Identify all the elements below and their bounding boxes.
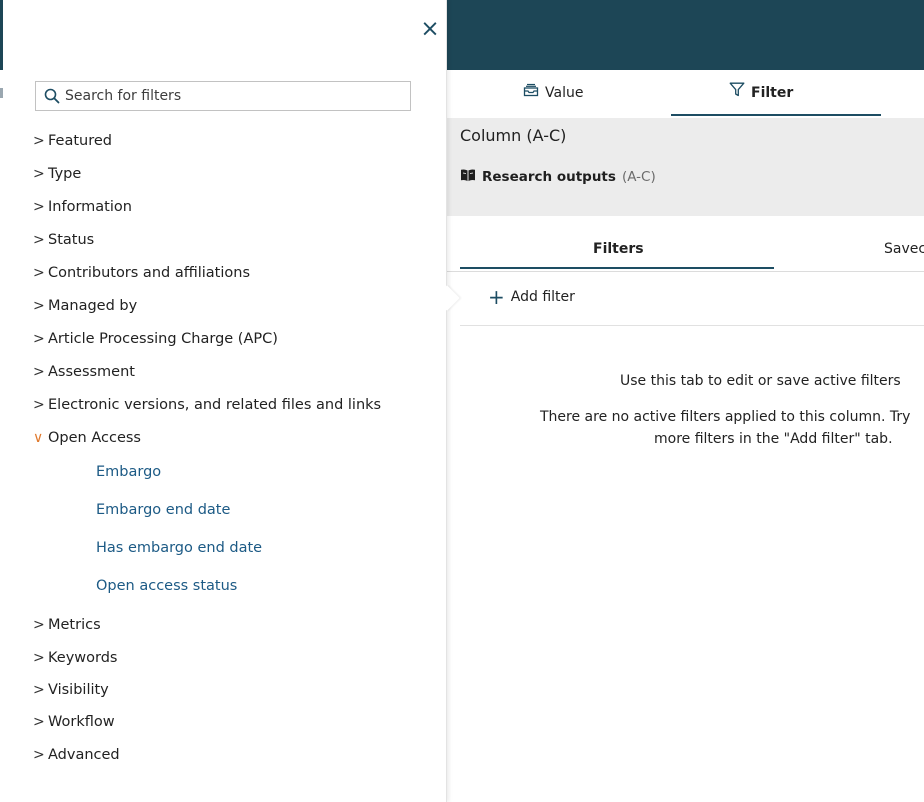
close-icon[interactable]: × xyxy=(417,16,443,42)
chevron-right-icon: > xyxy=(33,617,45,633)
chevron-right-icon: > xyxy=(33,199,45,215)
popover-pointer xyxy=(446,285,462,313)
category-metrics[interactable]: > Metrics xyxy=(33,612,101,638)
filter-option-embargo-end-date[interactable]: Embargo end date xyxy=(96,497,230,523)
category-label: Article Processing Charge (APC) xyxy=(48,331,278,347)
add-filter-label: Add filter xyxy=(510,289,575,305)
category-label: Featured xyxy=(48,133,112,149)
search-box xyxy=(35,81,411,111)
subtab-saved[interactable]: Savec xyxy=(884,241,924,257)
column-editor: Value Filter Column (A-C) Research outpu… xyxy=(446,0,924,802)
category-open-access[interactable]: ∨ Open Access xyxy=(33,425,141,451)
category-label: Metrics xyxy=(48,617,101,633)
empty-state-message-continued: more filters in the "Add filter" tab. xyxy=(654,431,893,447)
filter-panel: × >Featured >Type >Information >Status >… xyxy=(0,0,447,802)
add-filter-row: + Add filter xyxy=(460,271,924,326)
chevron-right-icon: > xyxy=(33,682,45,698)
category-label: Advanced xyxy=(48,747,120,763)
filter-option-embargo[interactable]: Embargo xyxy=(96,459,161,485)
category-contributors[interactable]: > Contributors and affiliations xyxy=(33,260,250,286)
category-type[interactable]: > Type xyxy=(33,161,81,187)
category-managed-by[interactable]: > Managed by xyxy=(33,293,137,319)
chevron-right-icon: > xyxy=(33,298,45,314)
left-edge-marker xyxy=(0,88,3,98)
column-info: Column (A-C) Research outputs (A-C) xyxy=(446,118,924,216)
category-label: Open Access xyxy=(48,430,141,446)
category-assessment[interactable]: > Assessment xyxy=(33,359,135,385)
book-icon xyxy=(460,168,476,186)
category-label: Type xyxy=(48,166,82,182)
column-source: Research outputs (A-C) xyxy=(460,168,656,186)
category-featured[interactable]: > Featured xyxy=(33,128,112,154)
category-apc[interactable]: > Article Processing Charge (APC) xyxy=(33,326,278,352)
chevron-right-icon: > xyxy=(33,747,45,763)
search-input[interactable] xyxy=(63,82,410,110)
active-subtab-indicator xyxy=(460,267,774,269)
editor-tabs: Value Filter xyxy=(446,70,924,118)
chevron-right-icon: > xyxy=(33,133,45,149)
category-workflow[interactable]: > Workflow xyxy=(33,709,115,735)
chevron-right-icon: > xyxy=(33,397,45,413)
category-label: Electronic versions, and related files a… xyxy=(48,397,382,413)
tray-icon xyxy=(523,69,539,117)
category-visibility[interactable]: > Visibility xyxy=(33,677,109,703)
tab-filter[interactable]: Filter xyxy=(729,70,793,116)
chevron-right-icon: > xyxy=(33,650,45,666)
chevron-right-icon: > xyxy=(33,714,45,730)
chevron-right-icon: > xyxy=(33,166,45,182)
left-edge-bar xyxy=(0,0,3,70)
chevron-right-icon: > xyxy=(33,232,45,248)
filter-option-has-embargo-end-date[interactable]: Has embargo end date xyxy=(96,535,262,561)
chevron-down-icon: ∨ xyxy=(33,430,44,446)
empty-state-message: There are no active filters applied to t… xyxy=(540,409,911,425)
category-label: Workflow xyxy=(48,714,115,730)
tab-value-label: Value xyxy=(545,85,584,101)
category-label: Assessment xyxy=(48,364,135,380)
funnel-icon xyxy=(729,69,745,117)
category-electronic-versions[interactable]: > Electronic versions, and related files … xyxy=(33,392,381,418)
tab-filter-label: Filter xyxy=(751,85,794,101)
source-name: Research outputs xyxy=(482,169,616,185)
active-tab-indicator xyxy=(671,114,881,116)
header-bar xyxy=(446,0,924,70)
filter-option-open-access-status[interactable]: Open access status xyxy=(96,573,237,599)
category-advanced[interactable]: > Advanced xyxy=(33,742,120,768)
chevron-right-icon: > xyxy=(33,364,45,380)
chevron-right-icon: > xyxy=(33,331,45,347)
category-label: Visibility xyxy=(48,682,109,698)
category-label: Keywords xyxy=(48,650,118,666)
help-message: Use this tab to edit or save active filt… xyxy=(620,373,901,389)
category-label: Managed by xyxy=(48,298,138,314)
category-label: Contributors and affiliations xyxy=(48,265,251,281)
tab-value[interactable]: Value xyxy=(523,70,583,116)
category-status[interactable]: > Status xyxy=(33,227,94,253)
category-keywords[interactable]: > Keywords xyxy=(33,645,117,671)
category-label: Status xyxy=(48,232,95,248)
add-filter-button[interactable]: + Add filter xyxy=(488,287,575,307)
subtab-filters[interactable]: Filters xyxy=(593,241,644,257)
category-information[interactable]: > Information xyxy=(33,194,132,220)
search-icon xyxy=(41,85,63,107)
source-range: (A-C) xyxy=(621,169,656,185)
column-title: Column (A-C) xyxy=(460,126,567,145)
filter-subtabs: Filters Savec xyxy=(446,217,924,272)
plus-icon: + xyxy=(488,285,505,309)
chevron-right-icon: > xyxy=(33,265,45,281)
category-label: Information xyxy=(48,199,132,215)
